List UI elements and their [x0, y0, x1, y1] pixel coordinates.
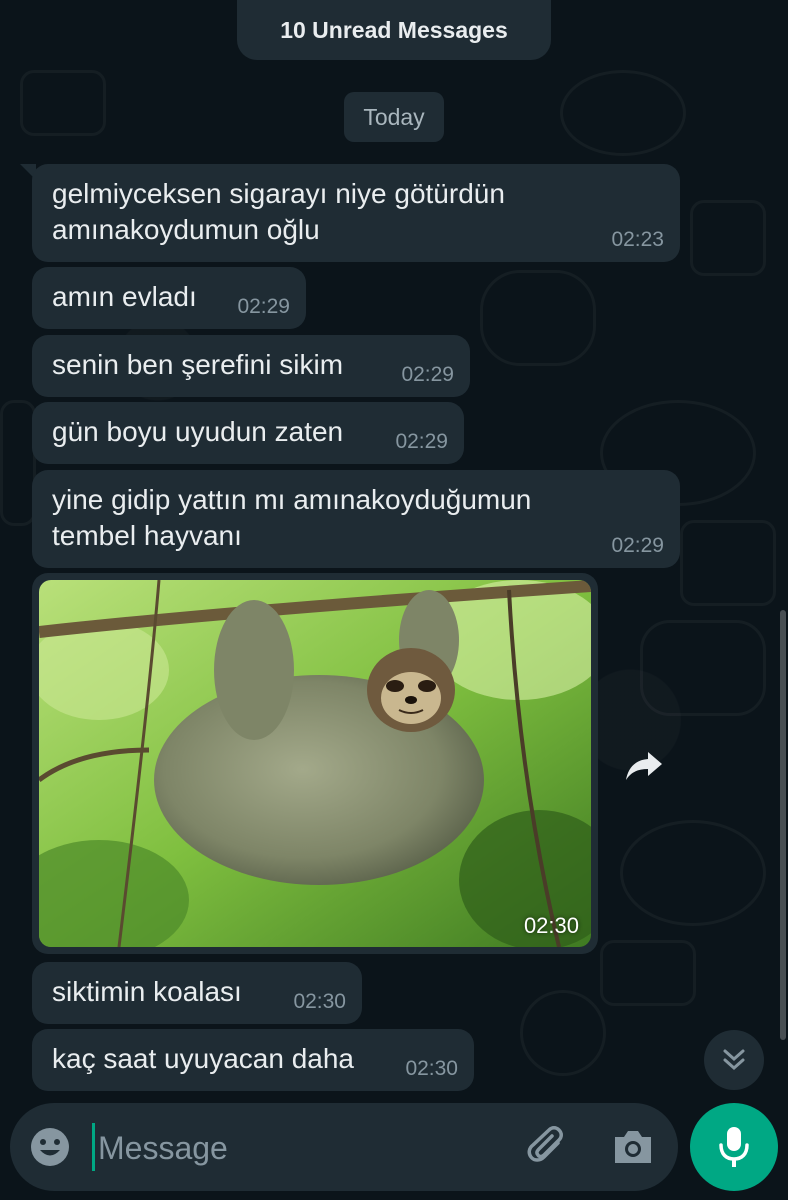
camera-button[interactable] [610, 1125, 656, 1169]
camera-icon [615, 1131, 651, 1163]
voice-message-button[interactable] [690, 1103, 778, 1191]
double-chevron-down-icon [723, 1049, 745, 1071]
forward-icon [626, 752, 662, 780]
message-bubble[interactable]: senin ben şerefini sikim 02:29 [32, 335, 470, 397]
message-time: 02:23 [611, 228, 664, 251]
sloth-photo[interactable]: 02:30 [39, 580, 591, 947]
paperclip-icon [527, 1126, 563, 1162]
message-bubble[interactable]: amın evladı 02:29 [32, 267, 306, 329]
message-text: gün boyu uyudun zaten [52, 416, 344, 447]
message-text: yine gidip yattın mı amınakoyduğumun tem… [52, 484, 532, 551]
message-bubble[interactable]: siktimin koalası 02:30 [32, 962, 362, 1024]
message-time: 02:29 [611, 534, 664, 557]
message-bubble[interactable]: kaç saat uyuyacan daha 02:30 [32, 1029, 474, 1091]
image-message-bubble[interactable]: 02:30 [32, 573, 598, 954]
message-time: 02:29 [395, 430, 448, 453]
message-input[interactable] [96, 1117, 510, 1179]
message-time: 02:29 [237, 295, 290, 318]
message-composer [10, 1103, 678, 1191]
emoji-icon [31, 1128, 69, 1166]
message-bubble[interactable]: gün boyu uyudun zaten 02:29 [32, 402, 464, 464]
image-time: 02:30 [523, 913, 579, 938]
message-text: kaç saat uyuyacan daha [52, 1043, 354, 1074]
scroll-to-bottom-button[interactable] [704, 1030, 764, 1090]
date-separator: Today [344, 92, 444, 142]
message-time: 02:30 [293, 990, 346, 1013]
message-time: 02:30 [405, 1057, 458, 1080]
emoji-button[interactable] [28, 1125, 72, 1169]
message-time: 02:29 [401, 363, 454, 386]
message-text: gelmiyceksen sigarayı niye götürdün amın… [52, 178, 505, 245]
microphone-icon [719, 1127, 749, 1167]
message-bubble[interactable]: gelmiyceksen sigarayı niye götürdün amın… [32, 164, 680, 262]
chat-scrollbar[interactable] [780, 610, 786, 1040]
message-text: senin ben şerefini sikim [52, 349, 344, 380]
unread-messages-banner: 10 Unread Messages [237, 0, 551, 60]
attach-button[interactable] [526, 1125, 570, 1169]
text-cursor [92, 1123, 95, 1171]
forward-button[interactable] [618, 740, 670, 792]
message-bubble[interactable]: yine gidip yattın mı amınakoyduğumun tem… [32, 470, 680, 568]
